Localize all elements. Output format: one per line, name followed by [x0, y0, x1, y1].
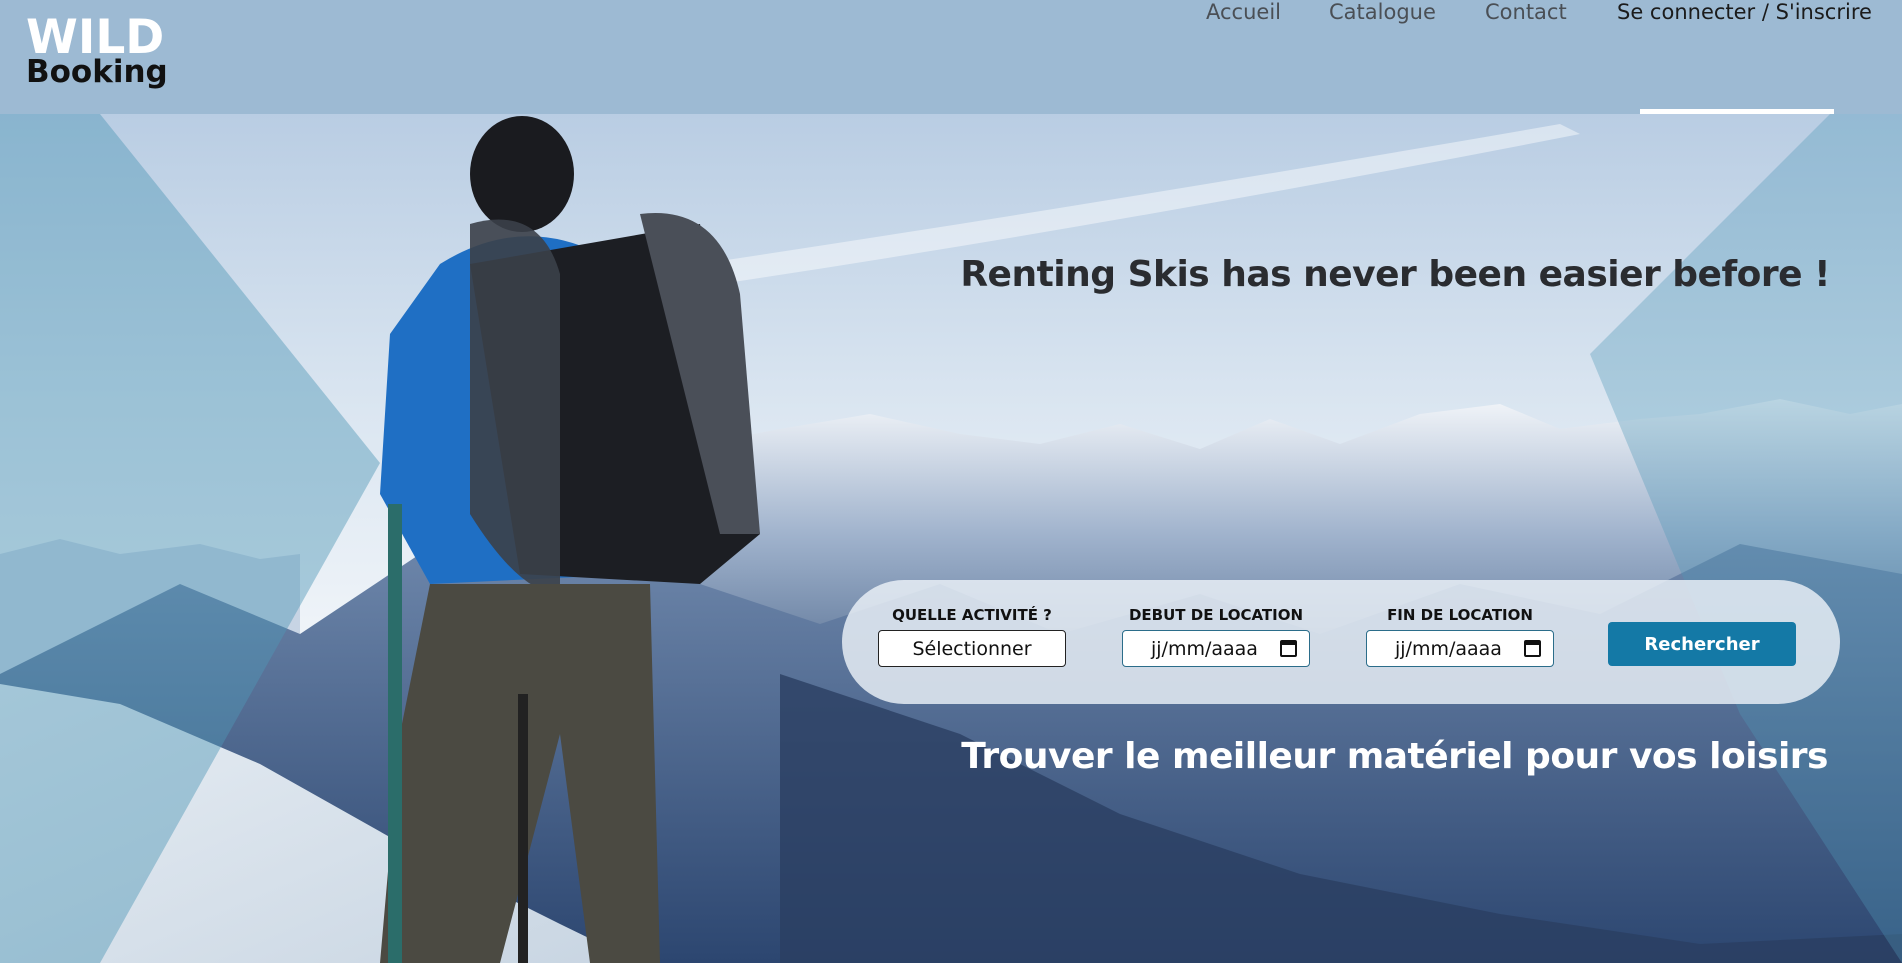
start-date-field: DEBUT DE LOCATION jj/mm/aaaa — [1122, 606, 1310, 667]
search-button[interactable]: Rechercher — [1608, 622, 1796, 666]
nav-login-signup[interactable]: Se connecter / S'inscrire — [1617, 0, 1872, 24]
hero-background-image — [0, 114, 1902, 963]
search-panel: QUELLE ACTIVITÉ ? Sélectionner DEBUT DE … — [842, 580, 1840, 704]
activity-label: QUELLE ACTIVITÉ ? — [892, 606, 1052, 624]
start-date-input[interactable]: jj/mm/aaaa — [1122, 630, 1310, 667]
logo-wild-text: WILD — [26, 10, 165, 65]
wild-booking-logo[interactable]: WILD Booking — [26, 10, 168, 90]
start-date-label: DEBUT DE LOCATION — [1128, 606, 1304, 624]
hero-title: Renting Skis has never been easier befor… — [960, 254, 1830, 295]
calendar-icon[interactable] — [1280, 640, 1297, 657]
nav-contact[interactable]: Contact — [1485, 0, 1567, 24]
nav-active-underline — [1640, 109, 1834, 114]
end-date-label: FIN DE LOCATION — [1387, 606, 1533, 624]
end-date-value: jj/mm/aaaa — [1395, 637, 1502, 660]
end-date-input[interactable]: jj/mm/aaaa — [1366, 630, 1554, 667]
site-header: WILD Booking Accueil Catalogue Contact S… — [0, 0, 1902, 114]
hero-section: Renting Skis has never been easier befor… — [0, 114, 1902, 963]
activity-field: QUELLE ACTIVITÉ ? Sélectionner — [878, 606, 1066, 667]
logo-booking-text: Booking — [26, 54, 168, 90]
calendar-icon[interactable] — [1524, 640, 1541, 657]
start-date-value: jj/mm/aaaa — [1151, 637, 1258, 660]
end-date-field: FIN DE LOCATION jj/mm/aaaa — [1366, 606, 1554, 667]
hero-subtitle: Trouver le meilleur matériel pour vos lo… — [961, 736, 1828, 777]
nav-accueil[interactable]: Accueil — [1206, 0, 1281, 24]
activity-select[interactable]: Sélectionner — [878, 630, 1066, 667]
nav-catalogue[interactable]: Catalogue — [1329, 0, 1436, 24]
